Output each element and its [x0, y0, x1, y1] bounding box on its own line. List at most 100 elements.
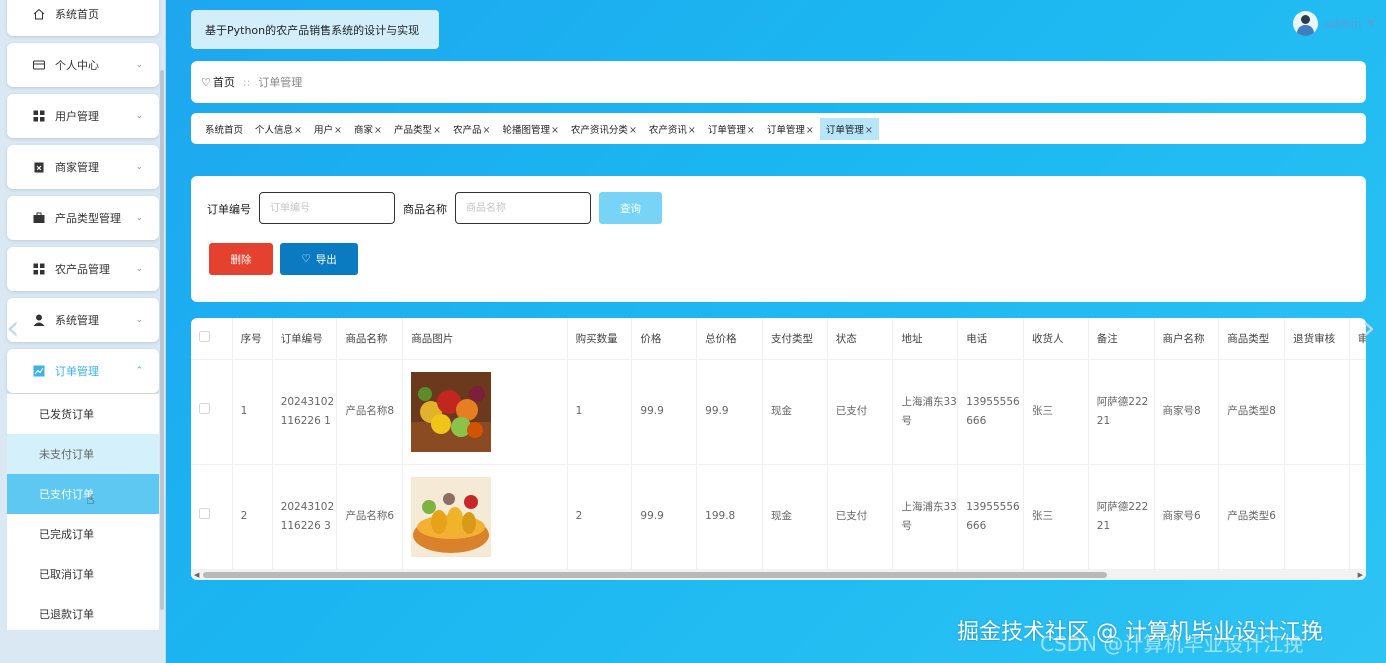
product-name-input[interactable] [455, 192, 591, 224]
cell-total: 199.8 [696, 464, 763, 570]
order-no-input[interactable] [259, 192, 395, 224]
cell-phone: 13955556666 [957, 359, 1025, 465]
table-row[interactable]: 2 20243102116226 3 产品名称6 2 99.9 199.8 现金… [191, 464, 1366, 570]
sidebar-item-label: 商家管理 [55, 161, 99, 174]
tag-merchants[interactable]: 商家× [348, 118, 388, 140]
close-icon[interactable]: × [688, 125, 696, 136]
query-button[interactable]: 查询 [599, 192, 662, 224]
breadcrumb-current: 订单管理 [258, 76, 303, 89]
submenu-item-unpaid[interactable]: 未支付订单 [7, 434, 159, 474]
close-icon[interactable]: × [806, 125, 814, 136]
grid-icon [33, 110, 45, 122]
close-icon[interactable]: × [433, 125, 441, 136]
submenu-item-shipped[interactable]: 已发货订单 [7, 394, 159, 434]
cell-product: 产品名称6 [336, 464, 404, 570]
tag-orders-active[interactable]: 订单管理× [819, 117, 879, 140]
row-checkbox[interactable] [191, 359, 233, 465]
column-header: 序号 [232, 318, 273, 360]
cell-image[interactable] [402, 359, 568, 465]
tag-orders-1[interactable]: 订单管理× [702, 118, 761, 140]
sidebar-item-home[interactable]: 系统首页 [7, 0, 159, 36]
heart-icon: ♡ [201, 75, 211, 89]
clipboard-icon [33, 161, 45, 173]
grid-icon [33, 263, 45, 275]
cell-review-reply [1349, 464, 1366, 570]
cell-order-no: 20243102116226 3 [272, 464, 338, 570]
cell-index: 1 [232, 359, 273, 465]
hand-cursor-icon: ☝ [86, 492, 95, 508]
select-all-checkbox[interactable] [191, 318, 233, 360]
column-header: 商品名称 [336, 318, 404, 360]
scrollbar-thumb[interactable] [203, 572, 1107, 578]
sidebar-item-system[interactable]: 系统管理 ⌄ [7, 298, 159, 342]
scroll-left-icon[interactable]: ◀ [194, 570, 199, 580]
close-icon[interactable]: × [294, 125, 302, 136]
sidebar-item-label: 产品类型管理 [55, 212, 121, 225]
sidebar-item-orders[interactable]: 订单管理 ⌃ [7, 349, 159, 393]
cell-receiver: 张三 [1023, 464, 1089, 570]
cell-qty: 1 [567, 359, 633, 465]
cell-status: 已支付 [827, 464, 894, 570]
close-icon[interactable]: × [374, 125, 382, 136]
tag-label: 产品类型 [393, 124, 432, 136]
tag-label: 订单管理 [825, 124, 864, 136]
tag-orders-2[interactable]: 订单管理× [761, 118, 820, 140]
heart-icon: ♡ [301, 253, 311, 265]
breadcrumb-home[interactable]: 首页 [213, 74, 235, 90]
close-icon[interactable]: × [865, 125, 873, 136]
cell-order-no: 20243102116226 1 [272, 359, 338, 465]
cell-image[interactable] [402, 464, 568, 570]
fruit-basket-image [411, 371, 492, 452]
briefcase-icon [33, 212, 45, 224]
cell-address: 上海浦东33号 [892, 359, 959, 465]
sidebar-item-product-types[interactable]: 产品类型管理 ⌄ [7, 196, 159, 240]
tag-label: 农产资讯分类 [570, 124, 628, 136]
delete-button[interactable]: 删除 [209, 243, 273, 275]
chevron-down-icon: ⌄ [135, 264, 143, 274]
sidebar-item-merchants[interactable]: 商家管理 ⌄ [7, 145, 159, 189]
tag-label: 轮播图管理 [502, 124, 550, 136]
table-row[interactable]: 1 20243102116226 1 产品名称8 1 99.9 99.9 现金 … [191, 359, 1366, 465]
sidebar-item-users[interactable]: 用户管理 ⌄ [7, 94, 159, 138]
sidebar-scrollbar[interactable] [160, 70, 164, 610]
tag-profile[interactable]: 个人信息× [249, 118, 308, 140]
tag-label: 订单管理 [707, 124, 746, 136]
tag-product-types[interactable]: 产品类型× [388, 118, 447, 140]
close-icon[interactable]: × [482, 125, 490, 136]
tags-view: 系统首页 个人信息× 用户× 商家× 产品类型× 农产品× 轮播图管理× 农产资… [191, 113, 1366, 144]
sidebar-item-label: 用户管理 [55, 110, 99, 123]
cell-receiver: 张三 [1023, 359, 1089, 465]
submenu-item-paid[interactable]: 已支付订单 [7, 474, 159, 514]
user-icon [33, 314, 45, 326]
cell-total: 99.9 [696, 359, 763, 465]
tag-news-category[interactable]: 农产资讯分类× [565, 118, 643, 140]
tag-carousel[interactable]: 轮播图管理× [496, 118, 564, 140]
close-icon[interactable]: × [747, 125, 755, 136]
row-checkbox[interactable] [191, 464, 233, 570]
tag-home[interactable]: 系统首页 [199, 118, 249, 140]
scroll-right-icon[interactable]: ▶ [1358, 570, 1363, 580]
table-horizontal-scrollbar[interactable]: ◀ ▶ [191, 570, 1366, 580]
sidebar-item-profile[interactable]: 个人中心 ⌄ [7, 43, 159, 87]
close-icon[interactable]: × [629, 125, 637, 136]
submenu-item-completed[interactable]: 已完成订单 [7, 514, 159, 554]
tag-label: 农产品 [452, 124, 482, 136]
user-menu[interactable]: admin ▼ [1293, 11, 1375, 36]
export-button[interactable]: ♡ 导出 [280, 243, 358, 275]
tag-news[interactable]: 农产资讯× [643, 118, 702, 140]
chevron-right-icon[interactable]: › [1362, 308, 1376, 348]
close-icon[interactable]: × [334, 125, 342, 136]
submenu-item-refunded[interactable]: 已退款订单 [7, 594, 159, 634]
close-icon[interactable]: × [551, 125, 559, 136]
order-no-label: 订单编号 [207, 203, 251, 216]
column-header: 状态 [827, 318, 894, 360]
tag-products[interactable]: 农产品× [447, 118, 496, 140]
breadcrumb: ♡ 首页 :: 订单管理 [191, 61, 1366, 103]
table-header-row: 序号 订单编号 商品名称 商品图片 购买数量 价格 总价格 支付类型 状态 地址… [191, 318, 1366, 360]
tag-users[interactable]: 用户× [308, 118, 348, 140]
sidebar-item-products[interactable]: 农产品管理 ⌄ [7, 247, 159, 291]
chevron-left-icon[interactable]: ‹ [6, 308, 20, 348]
submenu-item-cancelled[interactable]: 已取消订单 [7, 554, 159, 594]
column-header: 退货审核 [1284, 318, 1350, 360]
chevron-up-icon: ⌃ [135, 366, 143, 376]
